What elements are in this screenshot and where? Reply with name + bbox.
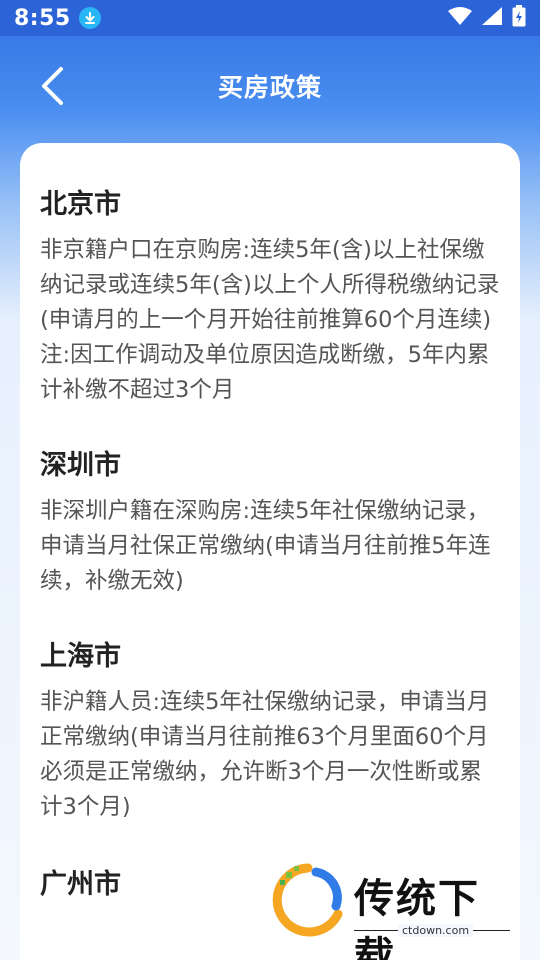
watermark-brand: 传统下载 <box>354 876 480 960</box>
watermark-url: ctdown.com <box>398 924 474 937</box>
policy-section-shenzhen: 深圳市 非深圳户籍在深购房:连续5年社保缴纳记录，申请当月社保正常缴纳(申请当月… <box>40 446 500 599</box>
policy-text: 非沪籍人员:连续5年社保缴纳记录，申请当月正常缴纳(申请当月往前推63个月里面6… <box>40 689 490 820</box>
page-title: 买房政策 <box>217 73 322 102</box>
status-time: 8:55 <box>14 5 71 31</box>
city-title: 上海市 <box>40 641 121 672</box>
download-icon <box>78 7 101 29</box>
status-icons <box>448 5 526 31</box>
back-button[interactable] <box>30 64 74 108</box>
nav-bar: 买房政策 <box>0 36 540 138</box>
policy-text: 非深圳户籍在深购房:连续5年社保缴纳记录，申请当月社保正常缴纳(申请当月往前推5… <box>40 498 491 594</box>
chevron-left-icon <box>42 67 63 105</box>
policy-card: 北京市 非京籍户口在京购房:连续5年(含)以上社保缴纳记录或连续5年(含)以上个… <box>20 143 520 960</box>
watermark-logo: 传统下载 ctdown.com <box>268 862 518 960</box>
wifi-icon <box>448 7 472 29</box>
policy-text: 非京籍户口在京购房:连续5年(含)以上社保缴纳记录或连续5年(含)以上个人所得税… <box>40 237 500 403</box>
screen: 8:55 买房政策 北京市 非京籍户口在京购房:连续5年(含)以上社保缴纳记录或… <box>0 0 540 960</box>
brand-logo-icon <box>272 863 343 937</box>
status-bar: 8:55 <box>0 0 540 36</box>
city-title: 北京市 <box>40 189 121 220</box>
signal-icon <box>482 7 502 29</box>
battery-charging-icon <box>512 5 526 31</box>
policy-section-shanghai: 上海市 非沪籍人员:连续5年社保缴纳记录，申请当月正常缴纳(申请当月往前推63个… <box>40 637 500 825</box>
city-title: 深圳市 <box>40 450 121 481</box>
policy-section-beijing: 北京市 非京籍户口在京购房:连续5年(含)以上社保缴纳记录或连续5年(含)以上个… <box>40 185 500 408</box>
